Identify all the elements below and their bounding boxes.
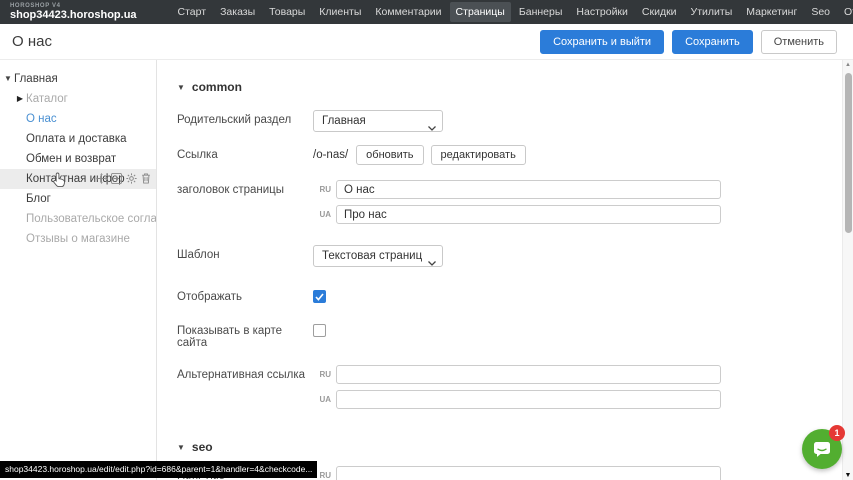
sitemap-label: Показывать в карте сайта — [177, 321, 313, 349]
lang-tag-ru: RU — [313, 370, 331, 379]
display-label: Отображать — [177, 287, 313, 303]
lang-tag-ua: UA — [313, 210, 331, 219]
nav-item-reports[interactable]: Отчеты — [838, 2, 853, 22]
chevron-down-icon[interactable]: ▼ — [3, 69, 13, 89]
nav-item-comments[interactable]: Комментарии — [369, 2, 447, 22]
sidebar-item-label: Отзывы о магазине — [26, 233, 130, 245]
parent-section-select[interactable]: Главная — [313, 110, 443, 132]
sidebar-item-label: Каталог — [26, 93, 68, 105]
alt-link-label: Альтернативная ссылка — [177, 365, 313, 381]
link-edit-button[interactable]: редактировать — [431, 145, 526, 165]
chevron-right-icon[interactable]: ▶ — [15, 89, 25, 109]
nav-item-discounts[interactable]: Скидки — [636, 2, 683, 22]
chat-widget-button[interactable]: 1 — [802, 429, 842, 469]
nav-item-settings[interactable]: Настройки — [570, 2, 634, 22]
sidebar-item-label: О нас — [26, 113, 57, 125]
app-logo[interactable]: HOROSHOP V4 shop34423.horoshop.ua — [10, 3, 137, 21]
cancel-button[interactable]: Отменить — [761, 30, 837, 54]
sidebar-item-payment-delivery[interactable]: Оплата и доставка — [0, 129, 156, 149]
settings-gear-icon[interactable] — [126, 173, 137, 184]
scroll-up-arrow-icon[interactable]: ▲ — [843, 62, 853, 68]
nav-item-banners[interactable]: Баннеры — [513, 2, 569, 22]
nav-item-utilities[interactable]: Утилиты — [685, 2, 739, 22]
lang-tag-ru: RU — [313, 185, 331, 194]
delete-trash-icon[interactable] — [141, 173, 151, 184]
template-label: Шаблон — [177, 245, 313, 261]
page-title-label: заголовок страницы — [177, 180, 313, 196]
sidebar-item-label: Главная — [14, 73, 58, 85]
link-update-button[interactable]: обновить — [356, 145, 423, 165]
html-title-ru-input[interactable] — [336, 466, 721, 480]
page-title-ru-input[interactable] — [336, 180, 721, 199]
pages-tree-sidebar: ▼ Главная ▶ Каталог О нас Оплата и доста… — [0, 60, 157, 480]
page-title-ua-input[interactable] — [336, 205, 721, 224]
alt-link-ua-input[interactable] — [336, 390, 721, 409]
logo-domain-label: shop34423.horoshop.ua — [10, 10, 137, 21]
save-button[interactable]: Сохранить — [672, 30, 753, 54]
alt-link-ru-input[interactable] — [336, 365, 721, 384]
sidebar-item-exchange-return[interactable]: Обмен и возврат — [0, 149, 156, 169]
chevron-down-icon: ▼ — [177, 83, 185, 92]
top-navbar: HOROSHOP V4 shop34423.horoshop.ua Старт … — [0, 0, 853, 24]
link-label: Ссылка — [177, 145, 313, 161]
page-header: О нас Сохранить и выйти Сохранить Отмени… — [0, 24, 853, 60]
sidebar-item-user-agreement[interactable]: Пользовательское соглашение — [0, 209, 156, 229]
sidebar-item-about[interactable]: О нас — [0, 109, 156, 129]
save-and-exit-button[interactable]: Сохранить и выйти — [540, 30, 664, 54]
chat-unread-badge: 1 — [829, 425, 845, 441]
status-url-tooltip: shop34423.horoshop.ua/edit/edit.php?id=6… — [0, 461, 317, 478]
section-common-header[interactable]: ▼ common — [177, 80, 853, 94]
sidebar-item-label: Пользовательское соглашение — [26, 213, 156, 225]
add-page-icon[interactable] — [111, 173, 122, 184]
sidebar-item-label: Обмен и возврат — [26, 153, 116, 165]
nav-item-orders[interactable]: Заказы — [214, 2, 261, 22]
page-title: О нас — [12, 33, 52, 50]
sidebar-item-contact-info[interactable]: Контактная инфор — [0, 169, 156, 189]
move-icon[interactable] — [96, 173, 107, 184]
parent-section-label: Родительский раздел — [177, 110, 313, 126]
scrollbar-thumb[interactable] — [845, 73, 852, 233]
display-checkbox[interactable] — [313, 290, 326, 303]
section-title: seo — [192, 440, 213, 454]
nav-item-pages[interactable]: Страницы — [450, 2, 511, 22]
nav-item-start[interactable]: Старт — [172, 2, 213, 22]
nav-item-marketing[interactable]: Маркетинг — [740, 2, 803, 22]
template-select[interactable]: Текстовая страница — [313, 245, 443, 267]
chat-bubble-icon — [811, 438, 833, 460]
sidebar-item-label: Оплата и доставка — [26, 133, 127, 145]
sidebar-item-catalog[interactable]: ▶ Каталог — [0, 89, 156, 109]
sidebar-item-blog[interactable]: Блог — [0, 189, 156, 209]
nav-menu: Старт Заказы Товары Клиенты Комментарии … — [171, 2, 853, 22]
lang-tag-ua: UA — [313, 395, 331, 404]
sidebar-item-home[interactable]: ▼ Главная — [0, 69, 156, 89]
chevron-down-icon: ▼ — [177, 443, 185, 452]
nav-item-seo[interactable]: Seo — [805, 2, 836, 22]
vertical-scrollbar[interactable]: ▲ ▼ — [842, 60, 853, 480]
page-edit-form: ▼ common Родительский раздел Главная Ссы… — [157, 60, 853, 480]
nav-item-clients[interactable]: Клиенты — [313, 2, 367, 22]
section-title: common — [192, 80, 242, 94]
scroll-down-arrow-icon[interactable]: ▼ — [843, 472, 853, 479]
sitemap-checkbox[interactable] — [313, 324, 326, 337]
link-value: /o-nas/ — [313, 145, 348, 161]
nav-item-products[interactable]: Товары — [263, 2, 311, 22]
section-seo-header[interactable]: ▼ seo — [177, 440, 853, 454]
sidebar-item-store-reviews[interactable]: Отзывы о магазине — [0, 229, 156, 249]
sidebar-item-label: Блог — [26, 193, 51, 205]
